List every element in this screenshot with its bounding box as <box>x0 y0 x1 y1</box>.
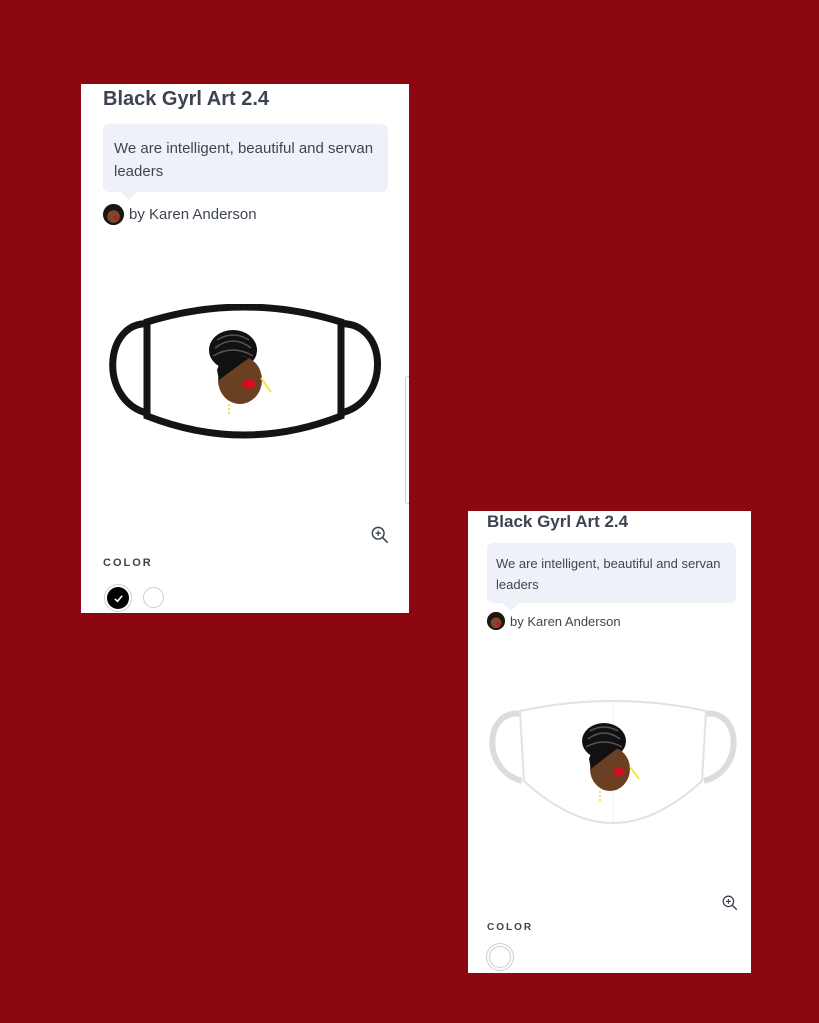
product-description: We are intelligent, beautiful and servan… <box>103 124 388 200</box>
color-label: COLOR <box>487 922 534 933</box>
artist-byline[interactable]: by Karen Anderson <box>103 204 257 225</box>
white-cloth-mask-image <box>489 700 737 825</box>
color-swatch-white[interactable] <box>489 946 511 968</box>
product-title: Black Gyrl Art 2.4 <box>487 512 629 531</box>
product-description: We are intelligent, beautiful and servan… <box>487 543 736 611</box>
carousel-edge[interactable] <box>405 376 409 504</box>
artist-avatar[interactable] <box>487 612 505 630</box>
checkmark-icon <box>113 594 123 602</box>
zoom-in-icon[interactable] <box>371 526 389 544</box>
color-swatch-white[interactable] <box>143 587 164 608</box>
product-title: Black Gyrl Art 2.4 <box>103 88 270 110</box>
product-card-white-mask: Black Gyrl Art 2.4 We are intelligent, b… <box>468 511 751 973</box>
artist-name[interactable]: by Karen Anderson <box>510 614 621 629</box>
product-card-black-mask: Black Gyrl Art 2.4 We are intelligent, b… <box>81 84 409 613</box>
artist-name[interactable]: by Karen Anderson <box>129 206 257 223</box>
black-trim-mask-image <box>109 304 381 439</box>
artist-byline[interactable]: by Karen Anderson <box>487 612 621 630</box>
color-label: COLOR <box>103 557 153 569</box>
artist-avatar[interactable] <box>103 204 124 225</box>
color-swatch-black[interactable] <box>107 587 129 609</box>
zoom-in-icon[interactable] <box>722 895 738 911</box>
